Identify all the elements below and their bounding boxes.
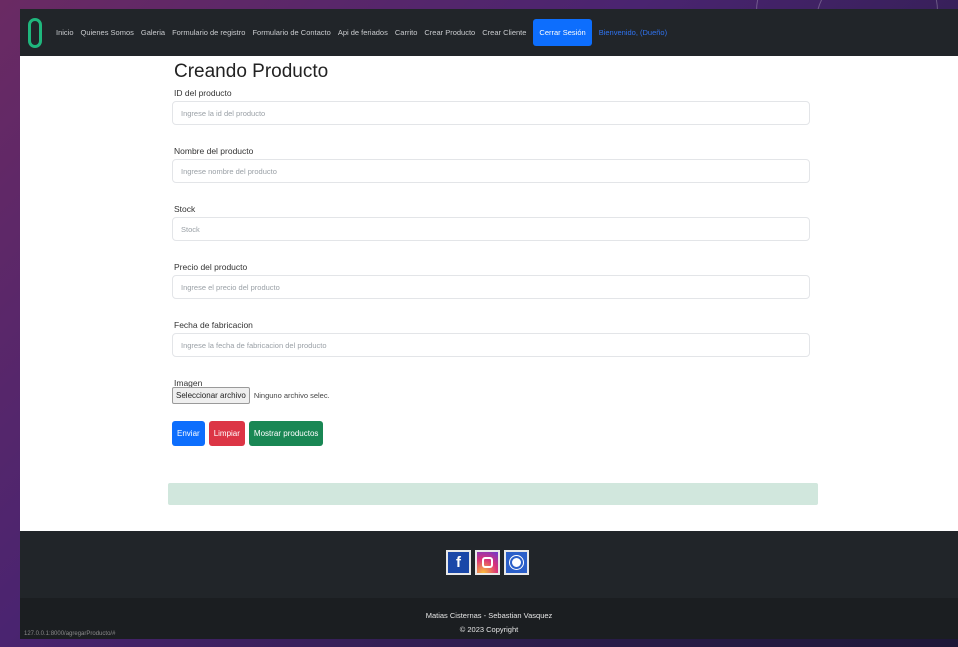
- footer-copyright: © 2023 Copyright: [459, 625, 519, 634]
- logo-icon[interactable]: [28, 17, 42, 48]
- field-label: Nombre del producto: [174, 146, 254, 156]
- field-fabrication-date: Fecha de fabricacion Ingrese la fecha de…: [172, 320, 812, 357]
- price-input[interactable]: Ingrese el precio del producto: [172, 275, 810, 299]
- product-name-input[interactable]: Ingrese nombre del producto: [172, 159, 810, 183]
- field-label: ID del producto: [174, 88, 232, 98]
- nav-link-galeria[interactable]: Galeria: [141, 28, 165, 37]
- field-product-name: Nombre del producto Ingrese nombre del p…: [172, 146, 812, 183]
- navbar: Inicio Quienes Somos Galeria Formulario …: [20, 9, 958, 56]
- nav-link-api-feriados[interactable]: Api de feriados: [338, 28, 388, 37]
- social-links: f: [446, 550, 529, 575]
- show-products-button[interactable]: Mostrar productos: [248, 421, 324, 446]
- nav-link-formulario-contacto[interactable]: Formulario de Contacto: [252, 28, 330, 37]
- browser-page: Inicio Quienes Somos Galeria Formulario …: [20, 9, 958, 639]
- clear-button[interactable]: Limpiar: [208, 421, 245, 446]
- stock-input[interactable]: Stock: [172, 217, 810, 241]
- github-icon[interactable]: [504, 550, 529, 575]
- field-label: Precio del producto: [174, 262, 248, 272]
- choose-file-button[interactable]: Seleccionar archivo: [172, 387, 250, 404]
- status-url: 127.0.0.1:8000/agregarProducto/#: [24, 631, 116, 637]
- product-form: Creando Producto ID del producto Ingrese…: [172, 56, 812, 446]
- field-stock: Stock Stock: [172, 204, 812, 241]
- nav-link-quienes-somos[interactable]: Quienes Somos: [81, 28, 134, 37]
- nav-link-crear-producto[interactable]: Crear Producto: [424, 28, 475, 37]
- fabrication-date-input[interactable]: Ingrese la fecha de fabricacion del prod…: [172, 333, 810, 357]
- page-title: Creando Producto: [174, 61, 329, 82]
- nav-link-inicio[interactable]: Inicio: [56, 28, 74, 37]
- footer-authors: Matias Cisternas - Sebastian Vasquez: [425, 611, 553, 620]
- logout-button[interactable]: Cerrar Sesión: [533, 19, 592, 46]
- nav-link-carrito[interactable]: Carrito: [395, 28, 418, 37]
- footer-bottom: Matias Cisternas - Sebastian Vasquez © 2…: [20, 598, 958, 639]
- file-picker: Seleccionar archivo Ninguno archivo sele…: [172, 387, 812, 404]
- field-price: Precio del producto Ingrese el precio de…: [172, 262, 812, 299]
- field-label: Fecha de fabricacion: [174, 320, 253, 330]
- instagram-icon[interactable]: [475, 550, 500, 575]
- field-product-id: ID del producto Ingrese la id del produc…: [172, 88, 812, 125]
- footer: f Matias Cisternas - Sebastian Vasquez ©…: [20, 531, 958, 639]
- nav-link-formulario-registro[interactable]: Formulario de registro: [172, 28, 245, 37]
- form-actions: Enviar Limpiar Mostrar productos: [172, 421, 812, 446]
- facebook-icon[interactable]: f: [446, 550, 471, 575]
- nav-links: Inicio Quienes Somos Galeria Formulario …: [56, 19, 667, 46]
- file-status: Ninguno archivo selec.: [253, 391, 330, 400]
- user-greeting: Bienvenido, (Dueño): [598, 28, 668, 37]
- alert-box: [168, 483, 818, 505]
- nav-link-crear-cliente[interactable]: Crear Cliente: [482, 28, 526, 37]
- field-image: Imagen Seleccionar archivo Ninguno archi…: [172, 378, 812, 404]
- submit-button[interactable]: Enviar: [172, 421, 205, 446]
- product-id-input[interactable]: Ingrese la id del producto: [172, 101, 810, 125]
- field-label: Stock: [174, 204, 196, 214]
